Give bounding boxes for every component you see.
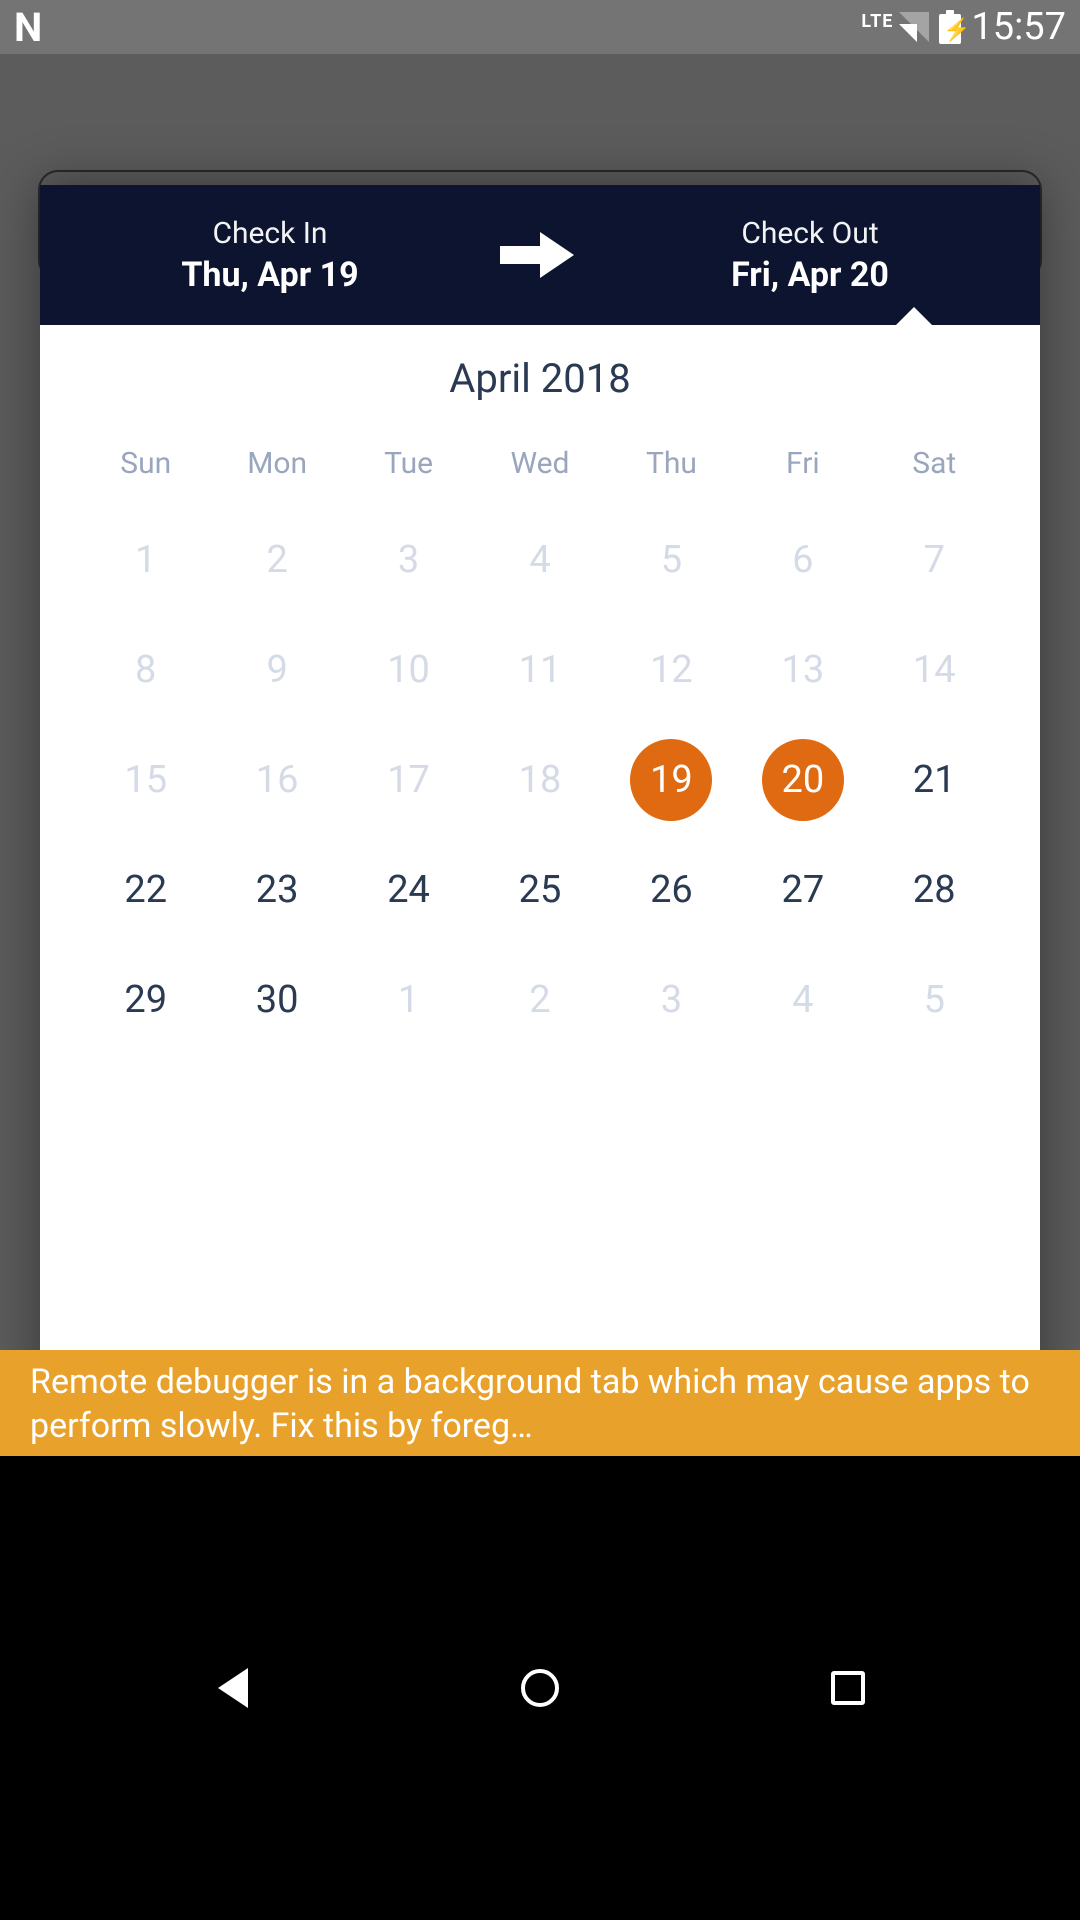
checkin-label: Check In [60,216,480,251]
checkout-column[interactable]: Check Out Fri, Apr 20 [580,216,1040,295]
active-tab-caret-icon [896,307,932,325]
calendar-grid: SunMonTueWedThuFriSat 123456789101112131… [40,432,1040,1055]
calendar-day: 2 [236,519,318,601]
calendar-day: 6 [762,519,844,601]
calendar-day[interactable]: 1 [368,959,450,1041]
dow-label: Sun [80,432,211,505]
modal-header: Check In Thu, Apr 19 Check Out Fri, Apr … [40,185,1040,325]
recent-icon [831,1671,865,1705]
calendar-day[interactable]: 2 [499,959,581,1041]
debug-warning-banner[interactable]: Remote debugger is in a background tab w… [0,1350,1080,1456]
dow-label: Sat [869,432,1000,505]
calendar-day: 10 [368,629,450,711]
calendar-day[interactable]: 23 [236,849,318,931]
arrow-right-icon [500,232,580,278]
calendar-day: 4 [499,519,581,601]
android-n-icon: N [14,4,40,51]
clock: 15:57 [971,5,1066,49]
calendar-day[interactable]: 3 [630,959,712,1041]
calendar-day[interactable]: 4 [762,959,844,1041]
home-icon [521,1669,559,1707]
calendar-day[interactable]: 21 [893,739,975,821]
dow-label: Thu [606,432,737,505]
dow-label: Tue [343,432,474,505]
battery-charging-icon: ⚡ [939,10,961,44]
month-title: April 2018 [40,325,1040,432]
calendar-day: 18 [499,739,581,821]
calendar-day[interactable]: 25 [499,849,581,931]
checkin-date: Thu, Apr 19 [60,255,480,295]
calendar-day[interactable]: 20 [762,739,844,821]
calendar-day[interactable]: 19 [630,739,712,821]
nav-recent-button[interactable] [773,1658,923,1718]
date-picker-modal: Check In Thu, Apr 19 Check Out Fri, Apr … [40,185,1040,1454]
checkout-label: Check Out [600,216,1020,251]
calendar-day: 13 [762,629,844,711]
calendar-day[interactable]: 27 [762,849,844,931]
calendar-day: 15 [105,739,187,821]
calendar-day[interactable]: 24 [368,849,450,931]
dow-label: Mon [211,432,342,505]
nav-home-button[interactable] [465,1658,615,1718]
calendar-day: 8 [105,629,187,711]
calendar-day: 17 [368,739,450,821]
calendar-day: 11 [499,629,581,711]
dow-label: Wed [474,432,605,505]
nav-back-button[interactable] [158,1658,308,1718]
android-nav-bar [0,1456,1080,1920]
calendar-day: 3 [368,519,450,601]
calendar-day[interactable]: 22 [105,849,187,931]
calendar-day: 7 [893,519,975,601]
calendar-day: 9 [236,629,318,711]
calendar-day[interactable]: 29 [105,959,187,1041]
calendar-day[interactable]: 30 [236,959,318,1041]
calendar-day: 16 [236,739,318,821]
checkin-column[interactable]: Check In Thu, Apr 19 [40,216,500,295]
calendar-day: 1 [105,519,187,601]
status-bar: N LTE ⚡ 15:57 [0,0,1080,54]
network-label: LTE [861,11,893,32]
signal-icon [899,12,929,42]
checkout-date: Fri, Apr 20 [600,255,1020,295]
dow-label: Fri [737,432,868,505]
calendar-day: 5 [630,519,712,601]
back-icon [218,1668,248,1708]
calendar-day: 12 [630,629,712,711]
calendar-day[interactable]: 5 [893,959,975,1041]
calendar-day[interactable]: 28 [893,849,975,931]
calendar-day: 14 [893,629,975,711]
calendar-day[interactable]: 26 [630,849,712,931]
